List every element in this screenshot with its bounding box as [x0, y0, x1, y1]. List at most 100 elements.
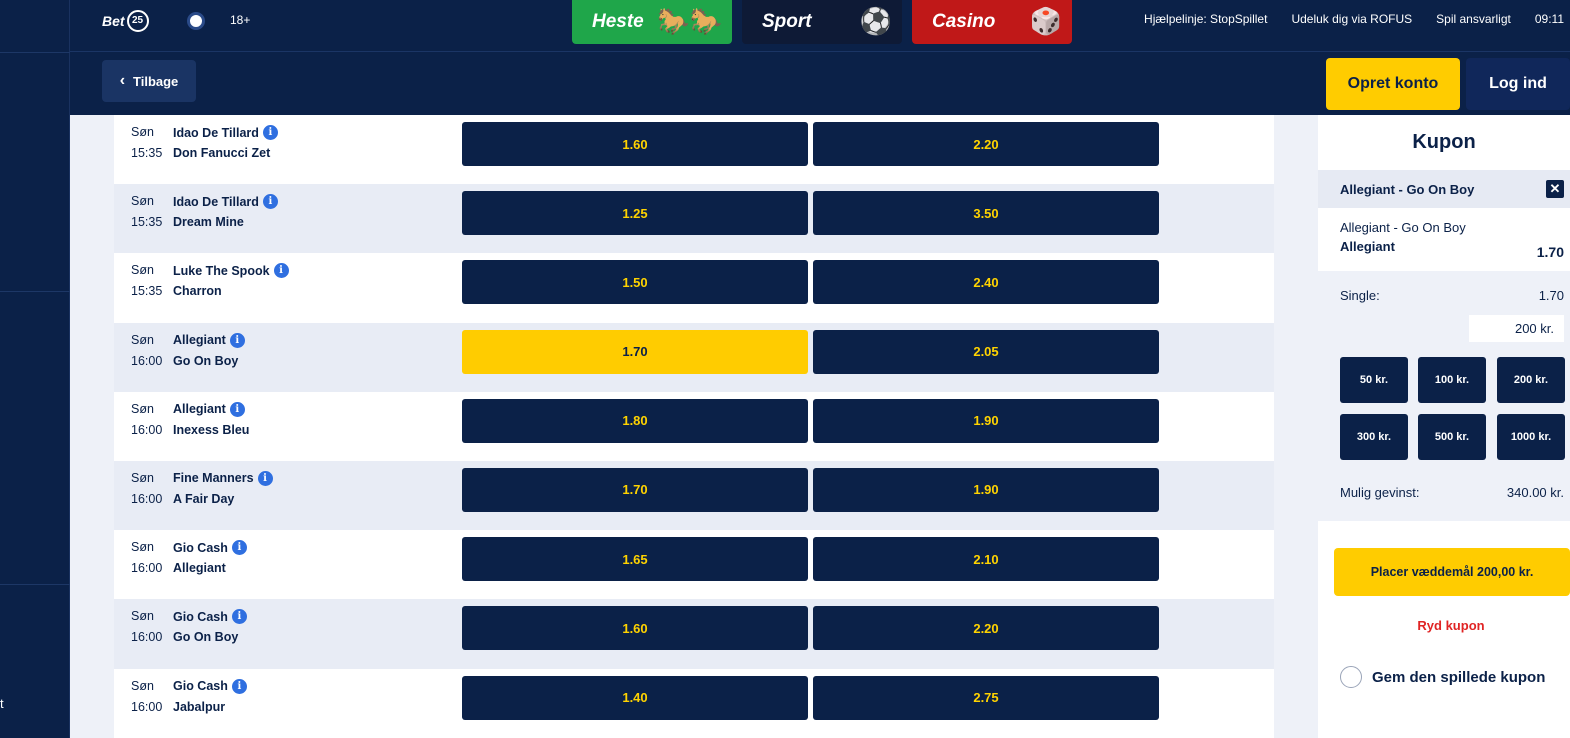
match-home: Gio Cash i [173, 678, 247, 694]
left-rail: t [0, 0, 70, 738]
odds-button-2[interactable]: 2.05 [813, 329, 1159, 374]
match-time: 16:00 [131, 491, 163, 506]
win-label: Mulig gevinst: [1340, 485, 1420, 500]
back-button[interactable]: ‹ Tilbage [102, 60, 196, 102]
nav-tab-casino[interactable]: Casino 🎲 [912, 0, 1072, 44]
match-day: Søn [131, 540, 154, 555]
spillemyndigheden-emblem-icon[interactable] [187, 12, 205, 30]
save-coupon-radio[interactable] [1340, 666, 1362, 688]
match-away: Inexess Bleu [173, 422, 250, 437]
home-name: Gio Cash [173, 609, 228, 624]
match-day: Søn [131, 332, 154, 347]
signup-button[interactable]: Opret konto [1326, 58, 1460, 110]
info-icon[interactable]: i [229, 401, 245, 417]
match-day: Søn [131, 125, 154, 139]
save-coupon-toggle[interactable]: Gem den spillede kupon [1340, 666, 1545, 688]
rail-divider [0, 291, 70, 292]
info-icon[interactable]: i [273, 263, 289, 279]
match-day: Søn [131, 609, 154, 624]
home-name: Idao De Tillard [173, 194, 259, 209]
login-button[interactable]: Log ind [1466, 58, 1570, 110]
match-row: Søn 16:00 Allegiant i Go On Boy 1.70 2.05 [114, 322, 1274, 392]
selection-event: Allegiant - Go On Boy [1340, 220, 1466, 235]
rail-divider [0, 52, 70, 53]
coupon-body: Single: 1.70 50 kr. 100 kr. 200 kr. 300 … [1318, 271, 1570, 521]
stake-chip-200[interactable]: 200 kr. [1497, 357, 1565, 403]
match-time: 16:00 [131, 699, 163, 714]
nav-tab-label: Casino [932, 11, 996, 32]
home-name: Idao De Tillard [173, 125, 259, 140]
home-name: Gio Cash [173, 679, 228, 693]
match-away: A Fair Day [173, 491, 235, 506]
home-name: Gio Cash [173, 540, 228, 555]
odds-button-1[interactable]: 1.60 [462, 606, 808, 651]
info-icon[interactable]: i [231, 678, 247, 694]
link-rofus[interactable]: Udeluk dig via ROFUS [1291, 12, 1412, 26]
odds-button-2[interactable]: 1.90 [813, 467, 1159, 512]
match-row: Søn 15:35 Idao De Tillard i Don Fanucci Zet 1… [114, 115, 1274, 185]
odds-button-1[interactable]: 1.25 [462, 191, 808, 236]
odds-button-1[interactable]: 1.50 [462, 260, 808, 305]
match-row: Søn 16:00 Fine Manners i A Fair Day 1.70 1.90 [114, 460, 1274, 531]
nav-tab-label: Sport [762, 11, 812, 32]
info-icon[interactable]: i [262, 194, 278, 210]
top-bar: Bet 25 18+ Heste 🐎🐎 Sport ⚽ Casino 🎲 Hjæ… [70, 0, 1570, 52]
logo-number: 25 [126, 10, 149, 32]
odds-button-2[interactable]: 1.90 [813, 398, 1159, 443]
rail-partial-text[interactable]: t [0, 696, 4, 711]
place-bet-button[interactable]: Placer væddemål 200,00 kr. [1334, 548, 1570, 596]
match-home: Idao De Tillard i [173, 125, 278, 140]
odds-button-2[interactable]: 2.75 [813, 675, 1159, 720]
stake-input[interactable] [1469, 315, 1564, 342]
match-away: Allegiant [173, 561, 226, 576]
clear-coupon-link[interactable]: Ryd kupon [1318, 618, 1570, 633]
odds-button-1[interactable]: 1.65 [462, 537, 808, 582]
bet-slip: Kupon Allegiant - Go On Boy ✕ Allegiant … [1318, 115, 1570, 738]
info-icon[interactable]: i [231, 609, 247, 625]
odds-button-1[interactable]: 1.80 [462, 398, 808, 443]
sub-header: ‹ Tilbage Opret konto Log ind [70, 52, 1570, 115]
info-icon[interactable]: i [231, 540, 247, 556]
odds-button-1[interactable]: 1.60 [462, 122, 808, 166]
match-day: Søn [131, 401, 154, 416]
close-icon[interactable]: ✕ [1546, 180, 1564, 198]
age-limit-badge: 18+ [230, 13, 251, 27]
odds-button-2[interactable]: 2.20 [813, 606, 1159, 651]
match-time: 16:00 [131, 422, 163, 437]
logo-text: Bet [102, 13, 125, 29]
odds-button-2[interactable]: 3.50 [813, 191, 1159, 236]
stake-chip-300[interactable]: 300 kr. [1340, 414, 1408, 460]
coupon-selection: Allegiant - Go On Boy Allegiant 1.70 [1318, 208, 1570, 271]
info-icon[interactable]: i [229, 332, 245, 348]
stake-chip-100[interactable]: 100 kr. [1418, 357, 1486, 403]
odds-button-2[interactable]: 2.10 [813, 537, 1159, 582]
stake-chip-1000[interactable]: 1000 kr. [1497, 414, 1565, 460]
rail-divider [0, 584, 70, 585]
link-spil-ansvarligt[interactable]: Spil ansvarligt [1436, 12, 1511, 26]
odds-table: Søn 15:35 Idao De Tillard i Don Fanucci Zet 1… [114, 115, 1274, 738]
info-icon[interactable]: i [257, 470, 273, 486]
stake-chip-500[interactable]: 500 kr. [1418, 414, 1486, 460]
info-icon[interactable]: i [262, 125, 278, 140]
single-label: Single: [1340, 288, 1380, 303]
dice-icon: 🎲 [1029, 6, 1062, 36]
odds-button-1[interactable]: 1.70 [462, 329, 808, 374]
odds-button-2[interactable]: 2.40 [813, 260, 1159, 305]
odds-button-1[interactable]: 1.40 [462, 675, 808, 720]
chevron-left-icon: ‹ [119, 72, 126, 89]
link-stopspillet[interactable]: Hjælpelinje: StopSpillet [1144, 12, 1267, 26]
football-icon: ⚽ [859, 6, 892, 36]
odds-button-1[interactable]: 1.70 [462, 467, 808, 512]
match-home: Gio Cash i [173, 540, 247, 556]
match-away: Jabalpur [173, 699, 226, 714]
nav-tab-sport[interactable]: Sport ⚽ [742, 0, 902, 44]
save-coupon-label: Gem den spillede kupon [1372, 668, 1546, 686]
odds-button-2[interactable]: 2.20 [813, 122, 1159, 166]
stake-chip-50[interactable]: 50 kr. [1340, 357, 1408, 403]
match-row: Søn 16:00 Allegiant i Inexess Bleu 1.80 1.90 [114, 391, 1274, 461]
nav-tab-heste[interactable]: Heste 🐎🐎 [572, 0, 732, 44]
win-value: 340.00 kr. [1506, 485, 1564, 500]
bet25-logo[interactable]: Bet 25 [102, 10, 149, 32]
back-label: Tilbage [133, 73, 179, 89]
match-day: Søn [131, 194, 154, 209]
